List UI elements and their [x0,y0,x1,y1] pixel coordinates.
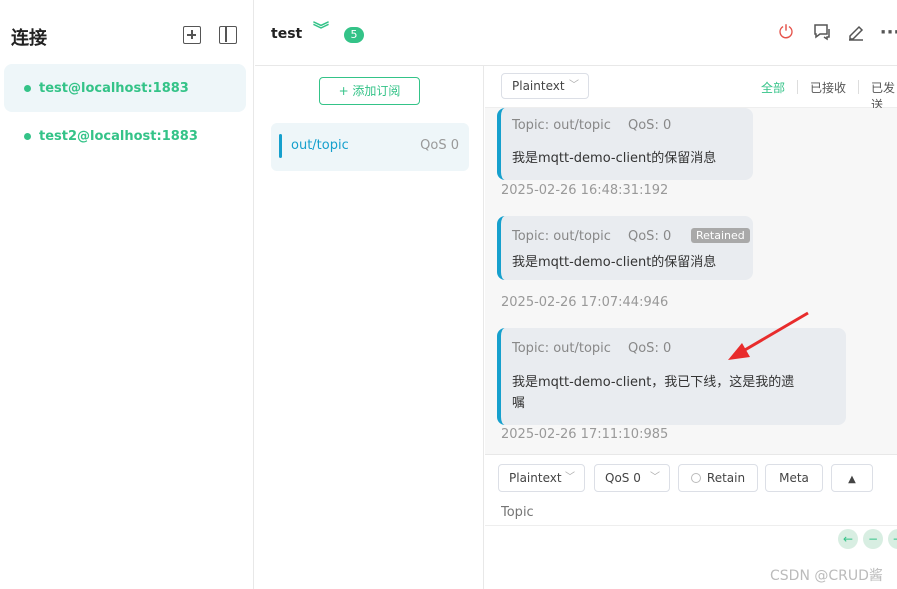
arrow-left-icon[interactable]: ← [838,529,858,549]
connection-label: test@localhost:1883 [39,80,189,96]
divider [485,525,897,526]
online-status-dot [24,132,31,140]
message-topic: Topic: out/topic [512,229,611,244]
arrow-right-icon[interactable]: → [888,529,897,549]
message-payload-line2: 嘱 [512,396,526,411]
publish-format-label: Plaintext [509,471,562,485]
filter-received[interactable]: 已接收 [810,79,846,96]
message-topic: Topic: out/topic [512,118,611,133]
message-payload-line1: 我是mqtt-demo-client，我已下线，这是我的遗 [512,375,795,390]
connection-label: test2@localhost:1883 [39,128,198,144]
message-list: Topic: out/topic QoS: 0 我是mqtt-demo-clie… [485,108,897,454]
message-payload: 我是mqtt-demo-client的保留消息 [512,151,717,166]
publish-qos-select[interactable]: QoS 0 ﹀ [594,464,670,492]
minus-icon[interactable]: − [863,529,883,549]
message-bubble[interactable]: Topic: out/topic QoS: 0 我是mqtt-demo-clie… [497,108,753,180]
red-arrow-annotation [728,311,809,360]
power-icon[interactable]: ⏻ [775,22,797,44]
message-qos: QoS: 0 [628,341,672,356]
chevron-down-icon: ﹀ [569,80,579,91]
divider [797,80,798,94]
connection-header: test ︾ 5 ⏻ ··· [255,0,897,66]
payload-format-select[interactable]: Plaintext ﹀ [501,73,589,99]
publish-format-select[interactable]: Plaintext ﹀ [498,464,585,492]
divider [858,80,859,94]
message-time: 2025-02-26 16:48:31:192 [501,183,669,198]
subscription-color-bar [279,134,282,158]
new-connection-icon[interactable] [183,26,201,44]
expand-up-button[interactable]: ▲ [831,464,873,492]
chat-icon[interactable] [811,22,833,44]
watermark: CSDN @CRUD酱 [770,568,883,584]
connections-sidebar: 连接 test@localhost:1883 test2@localhost:1… [0,0,254,589]
topic-input[interactable] [501,502,881,522]
publish-qos-label: QoS 0 [605,471,641,485]
message-qos: QoS: 0 [628,229,672,244]
message-count-badge: 5 [344,27,364,43]
radio-icon [690,473,701,483]
connection-item-test[interactable]: test@localhost:1883 [4,64,246,112]
subscription-item[interactable]: out/topic QoS 0 [271,123,469,171]
message-payload: 我是mqtt-demo-client的保留消息 [512,255,717,270]
subscription-qos: QoS 0 [420,138,459,153]
retain-toggle[interactable]: Retain [678,464,758,492]
meta-button[interactable]: Meta [765,464,823,492]
toggle-sidebar-icon[interactable] [219,26,237,44]
message-qos: QoS: 0 [628,118,672,133]
message-toolbar: Plaintext ﹀ 全部 已接收 已发送 [485,66,897,112]
chevron-down-icon: ﹀ [650,472,660,483]
retain-label: Retain [706,471,746,485]
message-bubble[interactable]: Topic: out/topic QoS: 0 Retained 我是mqtt-… [497,216,753,280]
filter-all[interactable]: 全部 [761,79,785,96]
edit-icon[interactable] [845,22,867,44]
message-time: 2025-02-26 17:11:10:985 [501,427,669,442]
subscriptions-panel: + 添加订阅 out/topic QoS 0 [255,66,484,589]
sidebar-title: 连接 [11,28,47,49]
subscription-topic: out/topic [291,138,349,153]
triangle-up-icon: ▲ [848,474,856,485]
format-label: Plaintext [512,79,565,93]
connection-item-test2[interactable]: test2@localhost:1883 [4,112,246,160]
message-time: 2025-02-26 17:07:44:946 [501,295,669,310]
connection-title: test [271,26,303,42]
app-window: 连接 test@localhost:1883 test2@localhost:1… [0,0,897,589]
online-status-dot [24,84,31,92]
chevron-double-down-icon[interactable]: ︾ [313,22,329,38]
retained-badge: Retained [691,228,750,243]
more-icon[interactable]: ··· [879,22,897,44]
add-subscription-button[interactable]: + 添加订阅 [319,77,420,105]
chevron-down-icon: ﹀ [565,472,575,483]
message-topic: Topic: out/topic [512,341,611,356]
